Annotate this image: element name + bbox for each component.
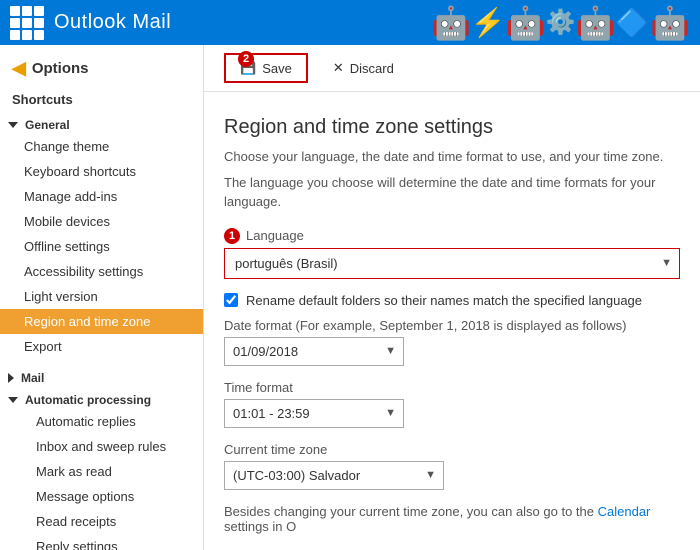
bottom-text-prefix: Besides changing your current time zone,… <box>224 504 598 519</box>
description-line2: The language you choose will determine t… <box>224 173 680 212</box>
sidebar-item-read-receipts[interactable]: Read receipts <box>0 509 203 534</box>
rename-folders-label: Rename default folders so their names ma… <box>246 293 642 308</box>
general-section: General <box>0 112 203 134</box>
sidebar-item-region-time[interactable]: Region and time zone <box>0 309 203 334</box>
content-area: 2 💾 Save ✕ Discard Region and time zone … <box>204 45 700 550</box>
sidebar-item-mobile-devices[interactable]: Mobile devices <box>0 209 203 234</box>
auto-processing-section: Automatic processing <box>0 387 203 409</box>
step1-badge: 1 <box>224 228 240 244</box>
collapse-icon <box>8 122 18 128</box>
back-icon[interactable]: ◀ <box>12 58 26 79</box>
save-button[interactable]: 💾 Save <box>224 53 308 83</box>
save-button-wrapper: 2 💾 Save <box>224 53 308 83</box>
timezone-label: Current time zone <box>224 442 680 457</box>
page-title: Region and time zone settings <box>224 116 680 139</box>
time-format-select-wrapper: 01:01 - 23:59 ▼ <box>224 399 404 428</box>
date-format-select[interactable]: 01/09/2018 <box>224 337 404 366</box>
options-label: Options <box>32 60 89 77</box>
time-format-label: Time format <box>224 380 680 395</box>
sidebar-item-auto-replies[interactable]: Automatic replies <box>0 409 203 434</box>
rename-folders-row: Rename default folders so their names ma… <box>224 293 680 308</box>
app-header: Outlook Mail 🤖 ⚡ 🤖 ⚙️ 🤖 🔷 🤖 <box>0 0 700 45</box>
sidebar-item-inbox-rules[interactable]: Inbox and sweep rules <box>0 434 203 459</box>
timezone-select-wrapper: (UTC-03:00) Salvador ▼ <box>224 461 444 490</box>
sidebar-item-accessibility[interactable]: Accessibility settings <box>0 259 203 284</box>
sidebar-item-message-options[interactable]: Message options <box>0 484 203 509</box>
date-format-select-wrapper: 01/09/2018 ▼ <box>224 337 404 366</box>
sidebar-item-offline-settings[interactable]: Offline settings <box>0 234 203 259</box>
app-title: Outlook Mail <box>54 11 171 34</box>
language-select-wrapper: português (Brasil) ▼ <box>224 248 680 279</box>
sidebar-item-mark-read[interactable]: Mark as read <box>0 459 203 484</box>
save-label: Save <box>262 61 292 76</box>
rename-folders-checkbox[interactable] <box>224 293 238 307</box>
options-header: ◀ Options <box>0 50 203 87</box>
calendar-link[interactable]: Calendar <box>598 504 651 519</box>
toolbar: 2 💾 Save ✕ Discard <box>204 45 700 92</box>
time-format-select[interactable]: 01:01 - 23:59 <box>224 399 404 428</box>
bottom-text: Besides changing your current time zone,… <box>224 504 680 534</box>
language-field-group: 1 Language português (Brasil) ▼ <box>224 228 680 279</box>
collapse-auto-icon <box>8 397 18 403</box>
timezone-field-group: Current time zone (UTC-03:00) Salvador ▼ <box>224 442 680 490</box>
app-grid-button[interactable] <box>10 6 44 40</box>
language-label: 1 Language <box>224 228 680 244</box>
collapse-mail-icon <box>8 373 14 383</box>
description-line1: Choose your language, the date and time … <box>224 147 680 167</box>
time-format-field-group: Time format 01:01 - 23:59 ▼ <box>224 380 680 428</box>
language-select[interactable]: português (Brasil) <box>224 248 680 279</box>
bottom-text-suffix: settings in O <box>224 519 296 534</box>
discard-label: Discard <box>350 61 394 76</box>
date-format-label: Date format (For example, September 1, 2… <box>224 318 680 333</box>
sidebar-item-light-version[interactable]: Light version <box>0 284 203 309</box>
sidebar-item-export[interactable]: Export <box>0 334 203 359</box>
header-banner: 🤖 ⚡ 🤖 ⚙️ 🤖 🔷 🤖 <box>181 0 690 45</box>
timezone-select[interactable]: (UTC-03:00) Salvador <box>224 461 444 490</box>
sidebar: ◀ Options Shortcuts General Change theme… <box>0 45 204 550</box>
date-format-field-group: Date format (For example, September 1, 2… <box>224 318 680 366</box>
content-body: Region and time zone settings Choose you… <box>204 92 700 550</box>
step2-badge: 2 <box>238 51 254 67</box>
sidebar-item-change-theme[interactable]: Change theme <box>0 134 203 159</box>
sidebar-item-reply-settings[interactable]: Reply settings <box>0 534 203 550</box>
main-layout: ◀ Options Shortcuts General Change theme… <box>0 45 700 550</box>
sidebar-item-manage-addins[interactable]: Manage add-ins <box>0 184 203 209</box>
sidebar-item-keyboard-shortcuts[interactable]: Keyboard shortcuts <box>0 159 203 184</box>
sidebar-item-shortcuts[interactable]: Shortcuts <box>0 87 203 112</box>
discard-button[interactable]: ✕ Discard <box>318 54 409 82</box>
discard-icon: ✕ <box>333 60 344 76</box>
mail-section: Mail <box>0 365 203 387</box>
